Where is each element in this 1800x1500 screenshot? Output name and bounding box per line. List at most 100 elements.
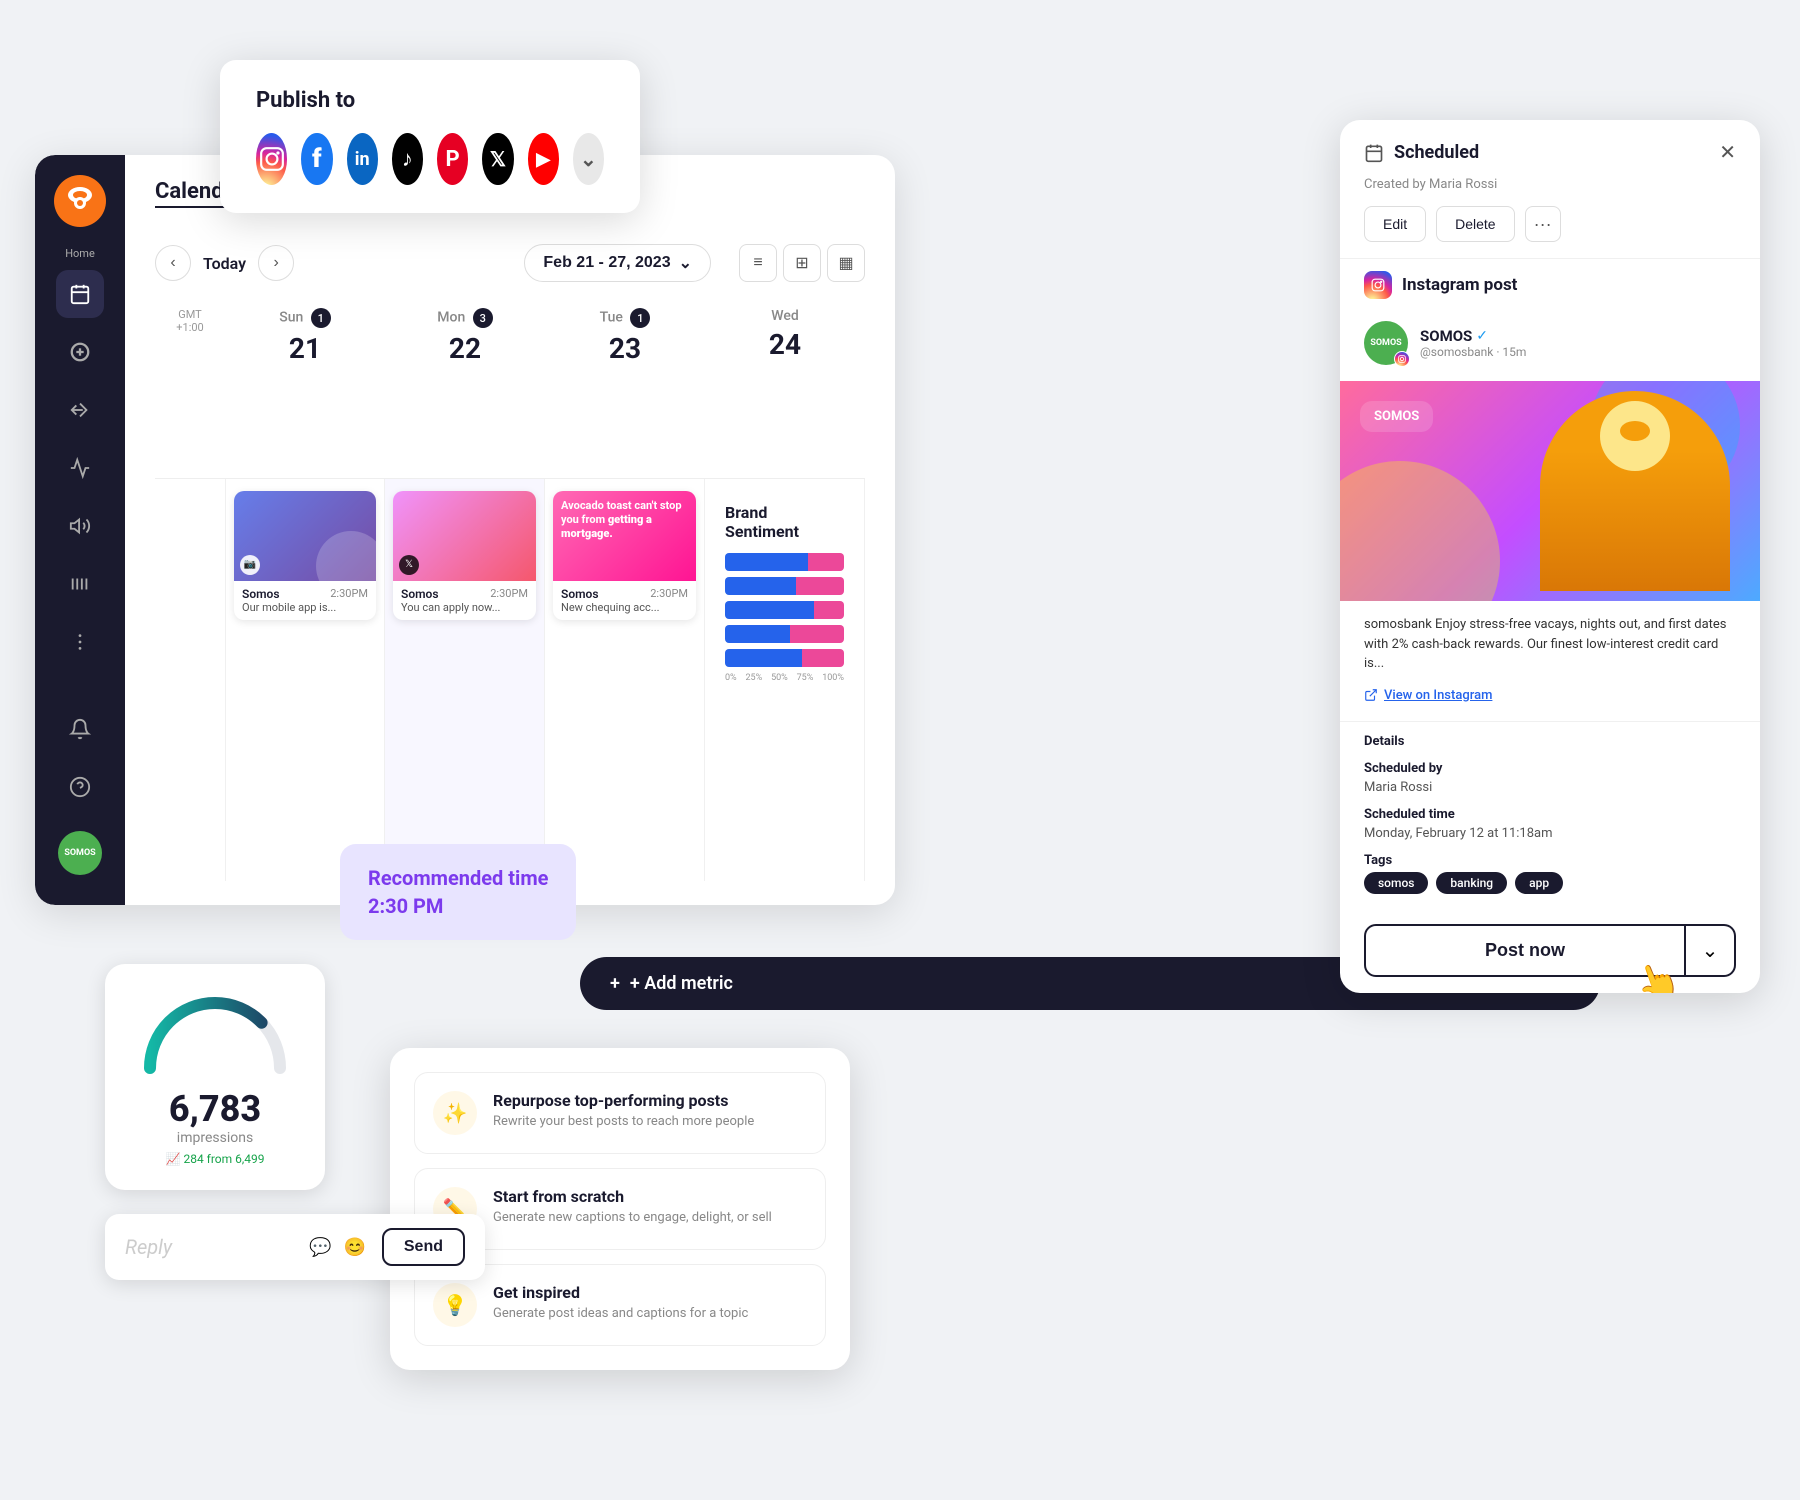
scheduled-by-value: Maria Rossi [1364, 780, 1736, 795]
cal-cell-sun: 📷 Somos 2:30PM Our mobile app is... [225, 479, 385, 882]
cal-cell-mon: 𝕏 Somos 2:30PM You can apply now... [385, 479, 545, 882]
sched-title: Scheduled [1364, 142, 1479, 163]
gmt-label: GMT +1:00 [155, 298, 225, 479]
gmt-body-cell [155, 479, 225, 882]
app-logo [54, 175, 106, 231]
calendar-panel: Home SOMOS [35, 155, 895, 905]
reply-placeholder[interactable]: Reply [125, 1235, 172, 1259]
sidebar-item-notifications[interactable] [56, 705, 104, 753]
post-overlay-text: SOMOS [1360, 401, 1433, 432]
col-mon: Mon 3 22 [385, 298, 545, 479]
calendar-icon [1364, 143, 1384, 163]
scheduled-time-label: Scheduled time [1364, 807, 1736, 822]
publish-title: Publish to [256, 88, 604, 113]
brand-sentiment-card: Brand Sentiment [713, 491, 856, 695]
reply-icons: 💬 😊 [309, 1237, 366, 1258]
message-icon[interactable]: 💬 [309, 1237, 331, 1258]
details-heading: Details [1364, 734, 1736, 749]
ai-tools-panel: ✨ Repurpose top-performing posts Rewrite… [390, 1048, 850, 1370]
today-btn[interactable]: Today [203, 254, 246, 273]
sched-header: Scheduled ✕ [1340, 120, 1760, 177]
post-card-sun-1[interactable]: 📷 Somos 2:30PM Our mobile app is... [234, 491, 376, 620]
add-icon: + [610, 973, 620, 994]
sentiment-bar-1 [725, 553, 844, 571]
reply-bar: Reply 💬 😊 Send [105, 1214, 485, 1280]
sentiment-bar-2 [725, 577, 844, 595]
linkedin-icon[interactable]: in [347, 133, 378, 185]
x-icon[interactable]: 𝕏 [482, 133, 513, 185]
scheduled-panel: Scheduled ✕ Created by Maria Rossi Edit … [1340, 120, 1760, 993]
account-ig-badge [1394, 351, 1410, 367]
sentiment-bars [725, 553, 844, 667]
post-now-chevron[interactable]: ⌄ [1686, 924, 1736, 977]
recommended-time-tooltip: Recommended time2:30 PM [340, 844, 576, 940]
sidebar-item-more[interactable] [56, 618, 104, 666]
sidebar-item-inbox[interactable] [56, 386, 104, 434]
post-now-section: Post now ⌄ 👆 [1340, 908, 1760, 993]
col-tue: Tue 1 23 [545, 298, 705, 479]
user-avatar[interactable]: SOMOS [58, 831, 102, 875]
delete-btn[interactable]: Delete [1436, 206, 1514, 242]
prev-btn[interactable]: ‹ [155, 245, 191, 281]
publish-panel: Publish to f in ♪ P 𝕏 ▶ ⌄ [220, 60, 640, 213]
facebook-icon[interactable]: f [301, 133, 332, 185]
impressions-card: 6,783 impressions 📈 284 from 6,499 [105, 964, 325, 1190]
sched-post-img: SOMOS [1340, 381, 1760, 601]
tag-somos: somos [1364, 872, 1428, 894]
next-btn[interactable]: › [258, 245, 294, 281]
post-card-mon-1[interactable]: 𝕏 Somos 2:30PM You can apply now... [393, 491, 536, 620]
emoji-icon[interactable]: 😊 [343, 1237, 365, 1258]
sched-creator: Created by Maria Rossi [1340, 177, 1760, 206]
sidebar-item-calendar[interactable] [56, 270, 104, 318]
gauge-chart [135, 988, 295, 1078]
scratch-title: Start from scratch [493, 1187, 772, 1206]
impressions-number: 6,783 [125, 1088, 305, 1130]
youtube-icon[interactable]: ▶ [528, 133, 559, 185]
tags-row: somos banking app [1364, 872, 1736, 894]
edit-btn[interactable]: Edit [1364, 206, 1426, 242]
col-sun: Sun 1 21 [225, 298, 385, 479]
ai-tool-repurpose[interactable]: ✨ Repurpose top-performing posts Rewrite… [414, 1072, 826, 1154]
sentiment-axis: 0% 25% 50% 75% 100% [725, 673, 844, 683]
instagram-icon[interactable] [256, 133, 287, 185]
sidebar-item-compose[interactable] [56, 328, 104, 376]
sched-actions: Edit Delete ··· [1340, 206, 1760, 258]
inspire-icon: 💡 [433, 1283, 477, 1327]
sidebar-item-campaigns[interactable] [56, 502, 104, 550]
sentiment-title: Brand Sentiment [725, 503, 844, 541]
post-platform-x: 𝕏 [399, 555, 419, 575]
repurpose-icon: ✨ [433, 1091, 477, 1135]
sidebar-item-analytics[interactable] [56, 444, 104, 492]
sidebar-item-home[interactable]: Home [65, 247, 95, 260]
more-actions-btn[interactable]: ··· [1525, 206, 1561, 242]
tag-app: app [1515, 872, 1563, 894]
list-view-btn[interactable]: ≡ [739, 244, 777, 282]
sidebar-item-streams[interactable] [56, 560, 104, 608]
date-range-btn[interactable]: Feb 21 - 27, 2023 ⌄ [524, 244, 711, 282]
scheduled-time-value: Monday, February 12 at 11:18am [1364, 826, 1736, 841]
account-avatar: SOMOS [1364, 321, 1408, 365]
calendar-main: Calendar ‹ Today › Feb 21 - 27, 2023 ⌄ ≡… [125, 155, 895, 905]
tag-banking: banking [1436, 872, 1507, 894]
scratch-desc: Generate new captions to engage, delight… [493, 1210, 772, 1225]
post-card-tue-1[interactable]: Avocado toast can't stop you from gettin… [553, 491, 696, 620]
pinterest-icon[interactable]: P [437, 133, 468, 185]
sched-caption: somosbank Enjoy stress-free vacays, nigh… [1340, 601, 1760, 688]
view-on-instagram-link[interactable]: View on Instagram [1340, 688, 1760, 717]
sentiment-bar-4 [725, 625, 844, 643]
ig-platform-icon [1364, 271, 1392, 299]
sidebar-item-help[interactable] [56, 763, 104, 811]
repurpose-title: Repurpose top-performing posts [493, 1091, 754, 1110]
send-btn[interactable]: Send [382, 1228, 465, 1266]
close-btn[interactable]: ✕ [1719, 140, 1736, 165]
calendar-nav: ‹ Today › Feb 21 - 27, 2023 ⌄ ≡ ⊞ ▦ [155, 244, 865, 282]
tags-label: Tags [1364, 853, 1736, 868]
calendar-view-btn[interactable]: ▦ [827, 244, 865, 282]
impressions-change: 📈 284 from 6,499 [125, 1152, 305, 1166]
tiktok-icon[interactable]: ♪ [392, 133, 423, 185]
inspire-desc: Generate post ideas and captions for a t… [493, 1306, 748, 1321]
more-platforms-icon[interactable]: ⌄ [573, 133, 604, 185]
cal-cell-wed: Brand Sentiment [705, 479, 865, 882]
details-section: Details Scheduled by Maria Rossi Schedul… [1340, 721, 1760, 908]
grid-view-btn[interactable]: ⊞ [783, 244, 821, 282]
